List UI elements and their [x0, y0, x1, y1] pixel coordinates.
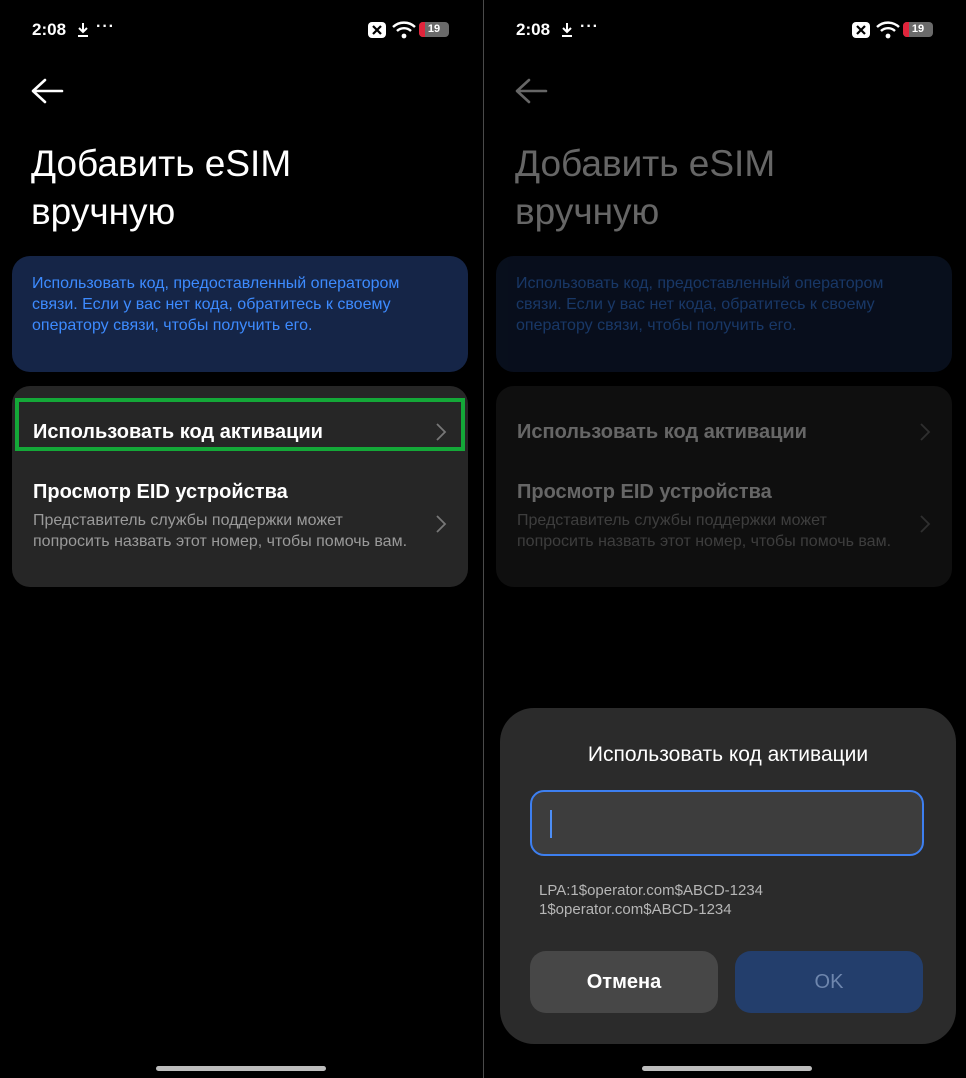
more-notifications-icon: ···	[580, 18, 599, 35]
options-list: Использовать код активации Просмотр EID …	[12, 386, 468, 587]
cancel-button[interactable]: Отмена	[530, 951, 718, 1013]
dialog-title: Использовать код активации	[587, 743, 869, 766]
wifi-icon	[876, 21, 900, 39]
page-title: Добавить eSIM вручную	[515, 143, 776, 232]
more-notifications-icon: ···	[96, 18, 115, 35]
use-activation-code-item[interactable]: Использовать код активации	[496, 396, 952, 456]
activation-code-input[interactable]	[530, 790, 924, 856]
options-list: Использовать код активации Просмотр EID …	[496, 386, 952, 587]
home-indicator[interactable]	[642, 1066, 812, 1071]
view-eid-description: Представитель службы поддержки может поп…	[517, 512, 892, 550]
screen-activation-dialog: 2:08 ··· 19 Добавить eSIM вручную Использ…	[484, 0, 966, 1078]
download-icon	[78, 23, 88, 37]
selection-highlight	[15, 398, 465, 451]
text-caret	[550, 810, 552, 838]
info-text: Использовать код, предоставленный операт…	[516, 275, 884, 334]
status-time: 2:08	[516, 20, 551, 39]
home-indicator[interactable]	[156, 1066, 326, 1071]
view-eid-label: Просмотр EID устройства	[33, 481, 288, 503]
ok-button[interactable]: OK	[735, 951, 923, 1013]
view-eid-item[interactable]: Просмотр EID устройства Представитель сл…	[496, 468, 952, 578]
info-card: Использовать код, предоставленный операт…	[12, 256, 468, 372]
back-arrow-icon[interactable]	[30, 76, 64, 106]
back-arrow-icon[interactable]	[514, 76, 548, 106]
battery-indicator: 19	[903, 22, 933, 37]
view-eid-item[interactable]: Просмотр EID устройства Представитель сл…	[12, 468, 468, 578]
status-time: 2:08	[32, 20, 67, 39]
activation-code-dialog: Использовать код активации LPA:1$operato…	[500, 708, 956, 1044]
battery-indicator: 19	[419, 22, 449, 37]
screen-add-esim: 2:08 ··· 19 Добавить eSIM вручную Использ…	[0, 0, 483, 1078]
wifi-icon	[392, 21, 416, 39]
download-icon	[562, 23, 572, 37]
chevron-right-icon	[920, 423, 931, 441]
no-sim-icon	[368, 22, 386, 38]
no-sim-icon	[852, 22, 870, 38]
chevron-right-icon	[920, 515, 931, 533]
view-eid-description: Представитель службы поддержки может поп…	[33, 512, 408, 550]
info-text: Использовать код, предоставленный операт…	[32, 275, 400, 334]
chevron-right-icon	[436, 515, 447, 533]
page-title: Добавить eSIM вручную	[31, 143, 292, 232]
status-bar: 2:08 ··· 19	[0, 18, 483, 44]
info-card: Использовать код, предоставленный операт…	[496, 256, 952, 372]
status-bar: 2:08 ··· 19	[484, 18, 966, 44]
use-activation-code-label: Использовать код активации	[517, 421, 807, 443]
input-hint: LPA:1$operator.com$ABCD-1234 1$operator.c…	[539, 882, 764, 918]
view-eid-label: Просмотр EID устройства	[517, 481, 772, 503]
